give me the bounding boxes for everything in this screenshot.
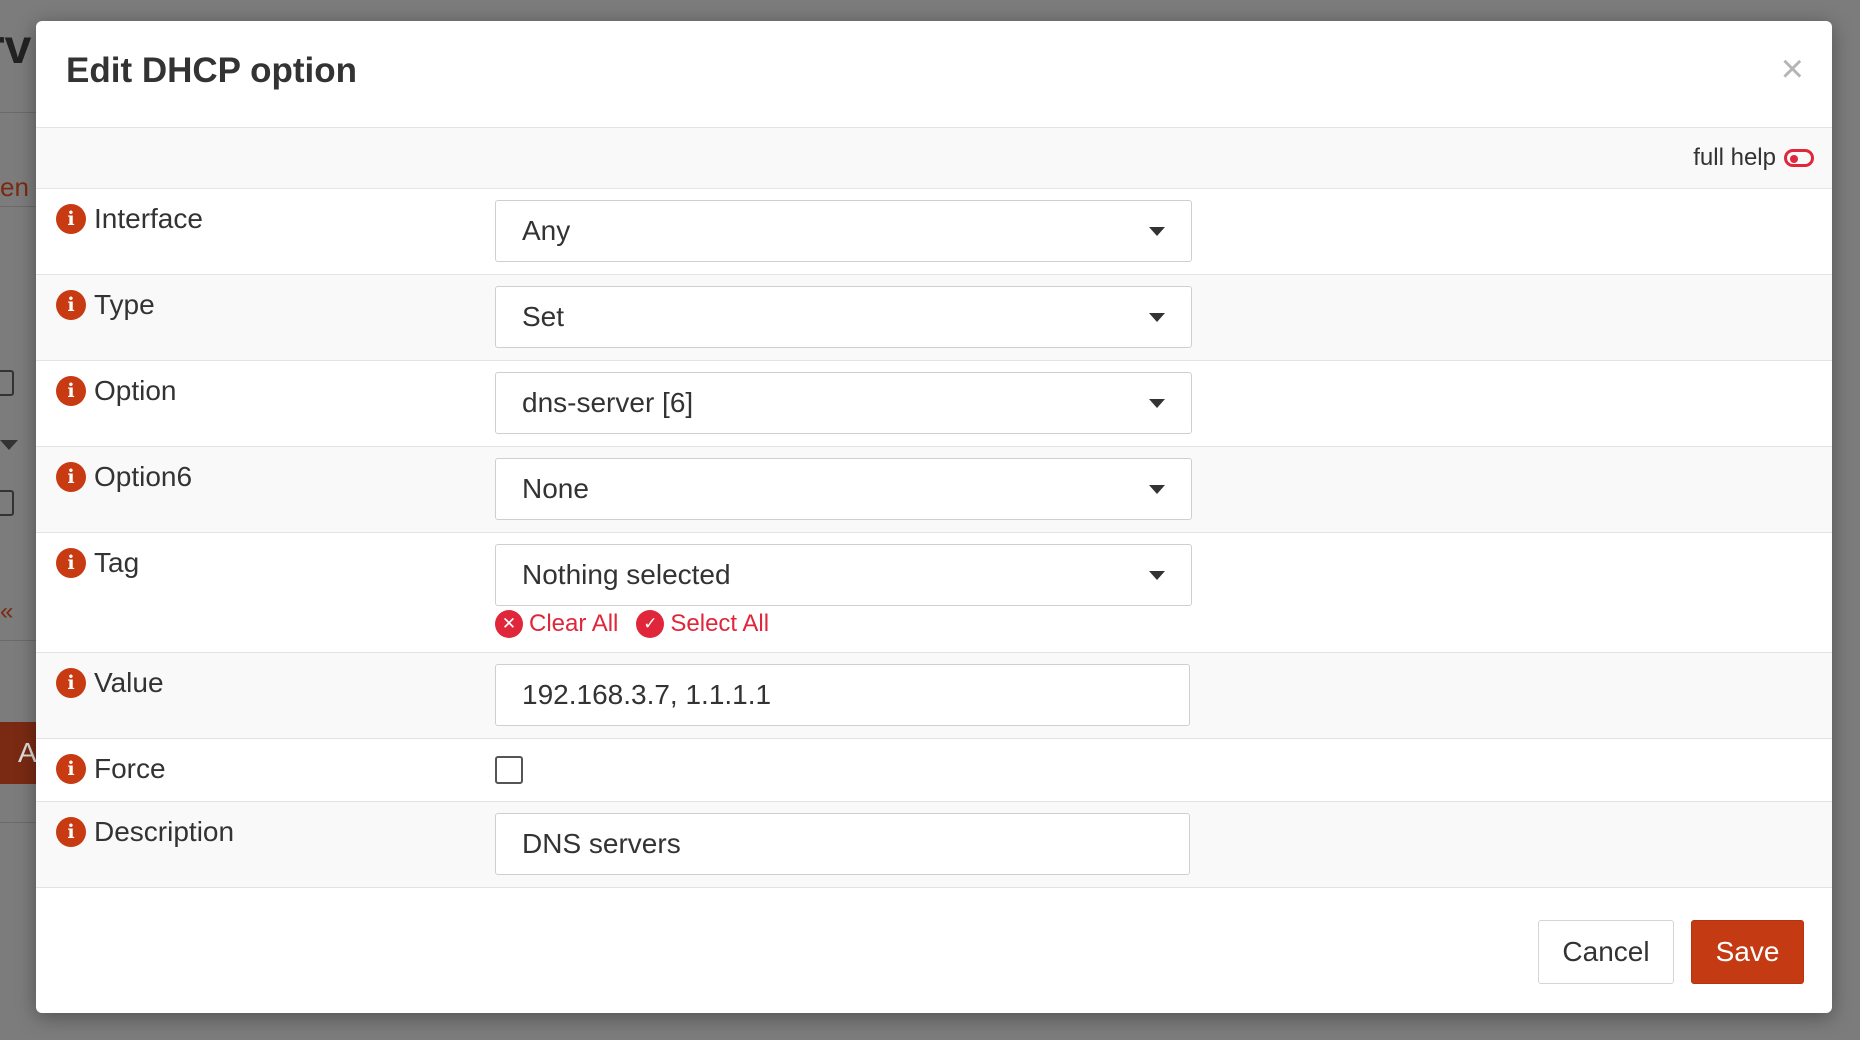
field-label: i Option xyxy=(56,375,177,407)
field-label: i Description xyxy=(56,816,234,848)
full-help-toggle[interactable]: full help xyxy=(1693,144,1814,172)
info-icon[interactable]: i xyxy=(56,817,86,847)
full-help-label: full help xyxy=(1693,144,1776,171)
type-select[interactable]: Set xyxy=(495,286,1192,348)
check-circle-icon: ✓ xyxy=(636,610,665,638)
divider xyxy=(0,640,40,641)
form-row-option6: i Option6 None xyxy=(36,447,1832,533)
tab-fragment: en xyxy=(0,172,29,202)
info-icon[interactable]: i xyxy=(56,290,86,320)
form-row-tag: i Tag Nothing selected ✕ Clear All ✓ Sel… xyxy=(36,533,1832,653)
field-label: i Type xyxy=(56,289,155,321)
info-icon[interactable]: i xyxy=(56,548,86,578)
modal-title: Edit DHCP option xyxy=(66,51,357,90)
option6-label: Option6 xyxy=(94,461,193,492)
edit-dhcp-option-dialog: Edit DHCP option × full help i Interface… xyxy=(36,21,1832,1013)
info-icon[interactable]: i xyxy=(56,754,86,784)
divider xyxy=(0,112,40,113)
option-select[interactable]: dns-server [6] xyxy=(495,372,1192,434)
interface-label: Interface xyxy=(94,203,203,234)
info-icon[interactable]: i xyxy=(56,376,86,406)
type-label: Type xyxy=(94,289,155,320)
clear-circle-icon: ✕ xyxy=(495,610,523,638)
info-icon[interactable]: i xyxy=(56,204,86,234)
modal-header: Edit DHCP option × xyxy=(36,21,1832,128)
help-row: full help xyxy=(36,128,1832,189)
option-label: Option xyxy=(94,375,177,406)
description-input[interactable]: DNS servers xyxy=(495,813,1190,875)
field-label: i Force xyxy=(56,753,166,785)
field-label: i Tag xyxy=(56,547,139,579)
select-all-label: Select All xyxy=(670,610,770,637)
tag-actions: ✕ Clear All ✓ Select All xyxy=(495,610,769,638)
select-all-button[interactable]: ✓ Select All xyxy=(636,610,769,638)
info-icon[interactable]: i xyxy=(56,462,86,492)
value-input[interactable]: 192.168.3.7, 1.1.1.1 xyxy=(495,664,1190,726)
form-row-value: i Value 192.168.3.7, 1.1.1.1 xyxy=(36,653,1832,739)
add-button-fragment: A xyxy=(0,722,40,784)
field-label: i Interface xyxy=(56,203,203,235)
toggle-off-icon xyxy=(1784,149,1814,167)
force-checkbox[interactable] xyxy=(495,756,523,784)
row-checkbox xyxy=(0,370,14,396)
page-title-fragment: rv xyxy=(0,21,32,74)
tag-select[interactable]: Nothing selected xyxy=(495,544,1192,606)
pagination-prev: « xyxy=(0,598,14,625)
field-label: i Value xyxy=(56,667,164,699)
option6-select[interactable]: None xyxy=(495,458,1192,520)
divider xyxy=(0,822,40,823)
form-row-option: i Option dns-server [6] xyxy=(36,361,1832,447)
clear-all-button[interactable]: ✕ Clear All xyxy=(495,610,618,638)
clear-all-label: Clear All xyxy=(529,610,619,637)
tag-label: Tag xyxy=(94,547,140,578)
form-row-description: i Description DNS servers xyxy=(36,802,1832,888)
form-row-interface: i Interface Any xyxy=(36,189,1832,275)
divider xyxy=(0,206,40,207)
cancel-button[interactable]: Cancel xyxy=(1538,920,1674,984)
modal-footer: Cancel Save xyxy=(36,888,1832,1013)
caret-down-icon xyxy=(0,440,18,450)
form-row-type: i Type Set xyxy=(36,275,1832,361)
row-checkbox xyxy=(0,490,14,516)
save-button[interactable]: Save xyxy=(1691,920,1804,984)
interface-select[interactable]: Any xyxy=(495,200,1192,262)
force-label: Force xyxy=(94,753,166,784)
description-label: Description xyxy=(94,816,235,847)
field-label: i Option6 xyxy=(56,461,192,493)
close-icon[interactable]: × xyxy=(1781,49,1804,89)
value-label: Value xyxy=(94,667,164,698)
form-row-force: i Force xyxy=(36,739,1832,802)
info-icon[interactable]: i xyxy=(56,668,86,698)
